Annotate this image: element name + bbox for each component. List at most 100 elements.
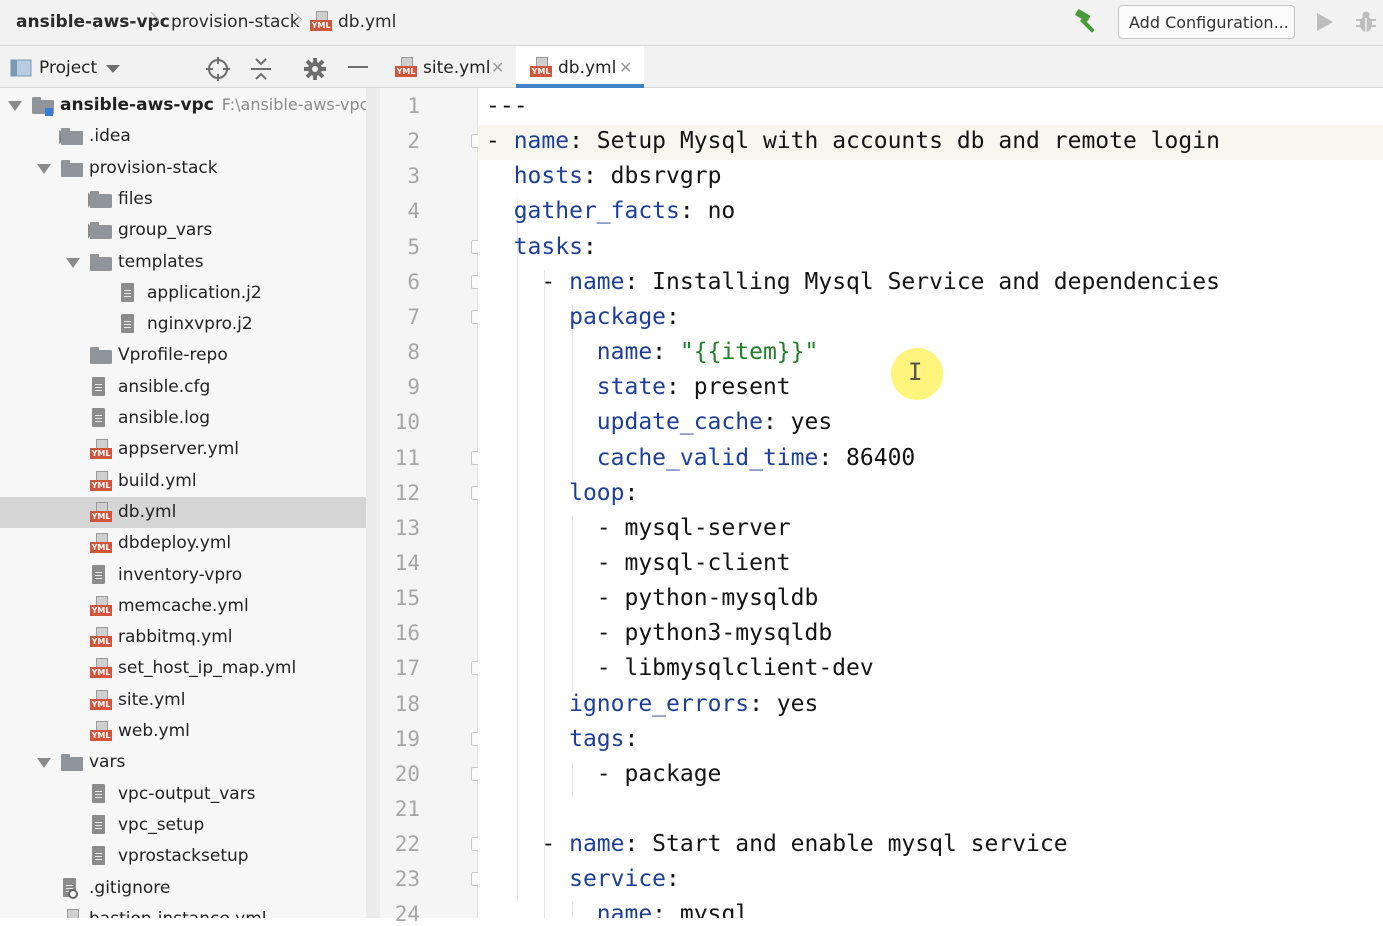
editor-tab-bar: YML site.yml ✕ YML db.yml ✕ [380, 46, 1383, 88]
code-line: - mysql-server [486, 514, 791, 541]
code-line: - name: Setup Mysql with accounts db and… [486, 128, 1220, 155]
line-number: 17 [394, 656, 420, 681]
tree-item[interactable]: YML rabbitmq.yml [0, 622, 366, 653]
tree-item[interactable]: YML site.yml [0, 685, 366, 716]
tree-item[interactable]: YML bastion-instance.yml [0, 904, 366, 918]
code-line: state: present [596, 374, 791, 401]
line-number: 8 [407, 340, 420, 365]
tree-item-label: .idea [89, 126, 131, 147]
tab-label: db.yml [558, 58, 617, 78]
code-line: tags: [569, 725, 639, 752]
line-number: 22 [394, 832, 420, 857]
run-icon[interactable] [1315, 11, 1335, 33]
debug-bug-icon[interactable] [1354, 9, 1378, 35]
close-icon[interactable]: ✕ [491, 58, 504, 77]
code-editor[interactable]: --- - name: Setup Mysql with accounts db … [478, 88, 1383, 918]
mouse-cursor-highlight: I [891, 348, 943, 400]
close-icon[interactable]: ✕ [619, 58, 632, 77]
add-configuration-button[interactable]: Add Configuration... [1118, 5, 1295, 39]
breadcrumb-file[interactable]: db.yml [338, 12, 396, 32]
build-hammer-icon[interactable] [1072, 9, 1100, 35]
code-line: - python3-mysqldb [486, 620, 833, 647]
tree-item[interactable]: YML set_host_ip_map.yml [0, 653, 366, 684]
chevron-down-icon[interactable] [37, 163, 51, 174]
folder-icon [61, 754, 83, 772]
tree-item[interactable]: inventory-vpro [0, 560, 366, 591]
chevron-down-icon[interactable] [37, 758, 51, 769]
tree-item[interactable]: YML build.yml [0, 466, 366, 497]
tree-item[interactable]: vpc-output_vars [0, 779, 366, 810]
yaml-file-icon: YML [90, 595, 112, 618]
tree-item[interactable]: ansible-aws-vpc F:\ansible-aws-vpc [0, 90, 368, 121]
tree-item[interactable]: group_vars [0, 215, 366, 246]
line-number: 19 [394, 726, 420, 751]
tree-item[interactable]: templates [0, 247, 366, 278]
tree-item[interactable]: vars [0, 747, 366, 778]
tree-item[interactable]: application.j2 [0, 278, 366, 309]
tree-item[interactable]: YML memcache.yml [0, 591, 366, 622]
tree-item-label: files [118, 188, 153, 209]
breadcrumb-folder[interactable]: provision-stack [171, 12, 300, 32]
yaml-file-icon: YML [90, 721, 112, 743]
tree-item[interactable]: nginxvpro.j2 [0, 309, 366, 340]
text-file-icon [90, 564, 106, 585]
locate-crosshair-icon[interactable] [205, 56, 231, 82]
tree-item-label: build.yml [118, 470, 197, 491]
editor-gutter: 1 2 3 4 5 6 7 8 9 10 11 12 13 14 15 16 17 18 19 20 21 22 23 24 [380, 88, 483, 926]
tree-item-label: vpc_setup [118, 814, 205, 835]
line-number: 14 [394, 550, 420, 575]
tab-db-yml[interactable]: YML db.yml ✕ [516, 46, 644, 88]
tree-item-label: bastion-instance.yml [89, 909, 267, 918]
collapse-all-icon[interactable] [248, 56, 274, 82]
line-number: 10 [394, 410, 420, 435]
tree-item-label: vpc-output_vars [118, 783, 256, 804]
tree-item[interactable]: provision-stack [0, 153, 366, 184]
tree-item[interactable]: .gitignore [0, 873, 366, 904]
tree-item[interactable]: YML db.yml [0, 496, 366, 528]
chevron-down-icon[interactable] [66, 257, 80, 268]
project-tool-window-header: Project [0, 46, 380, 88]
tab-site-yml[interactable]: YML site.yml ✕ [380, 46, 514, 88]
code-line: - name: Installing Mysql Service and dep… [486, 268, 1220, 295]
minimize-icon[interactable] [348, 66, 368, 68]
tree-item[interactable]: vpc_setup [0, 810, 366, 841]
tree-item-label: inventory-vpro [118, 564, 243, 585]
line-number: 3 [407, 164, 420, 189]
code-line: - mysql-client [486, 549, 791, 576]
tree-item-label: .gitignore [89, 877, 171, 898]
tree-item[interactable]: Vprofile-repo [0, 340, 366, 371]
tree-item[interactable]: YML appserver.yml [0, 434, 366, 465]
tree-item-label: dbdeploy.yml [118, 533, 232, 554]
yaml-file-icon: YML [90, 689, 112, 712]
yaml-file-icon: YML [61, 908, 83, 918]
yaml-file-icon: YML [90, 439, 112, 461]
folder-icon [90, 347, 112, 365]
tree-item[interactable]: ansible.log [0, 403, 366, 434]
text-file-icon [90, 376, 106, 397]
project-view-icon [10, 59, 32, 77]
tree-item[interactable]: ansible.cfg [0, 372, 366, 403]
text-file-icon [90, 814, 106, 835]
code-line: --- [486, 93, 528, 119]
tree-item[interactable]: vprostacksetup [0, 841, 366, 872]
chevron-down-icon[interactable] [106, 65, 120, 73]
yaml-file-icon: YML [310, 11, 332, 33]
chevron-down-icon[interactable] [8, 101, 22, 111]
code-line: - python-mysqldb [486, 585, 819, 612]
line-number: 18 [394, 691, 420, 716]
tree-item[interactable]: YML web.yml [0, 716, 366, 747]
tree-item[interactable]: files [0, 184, 366, 215]
sidebar-scrollbar[interactable] [366, 88, 380, 918]
tree-item[interactable]: YML dbdeploy.yml [0, 528, 366, 559]
tree-item-label: nginxvpro.j2 [147, 314, 253, 335]
code-line: name: "{{item}}" [596, 339, 819, 366]
folder-icon [90, 253, 112, 271]
line-number: 15 [394, 586, 420, 611]
breadcrumb-separator [289, 8, 299, 34]
code-line: - libmysqlclient-dev [486, 655, 874, 682]
project-view-selector[interactable]: Project [39, 58, 97, 78]
code-line: service: [569, 866, 680, 893]
gear-icon[interactable] [302, 56, 328, 82]
text-file-icon [90, 783, 106, 804]
tree-item[interactable]: .idea [0, 121, 366, 152]
